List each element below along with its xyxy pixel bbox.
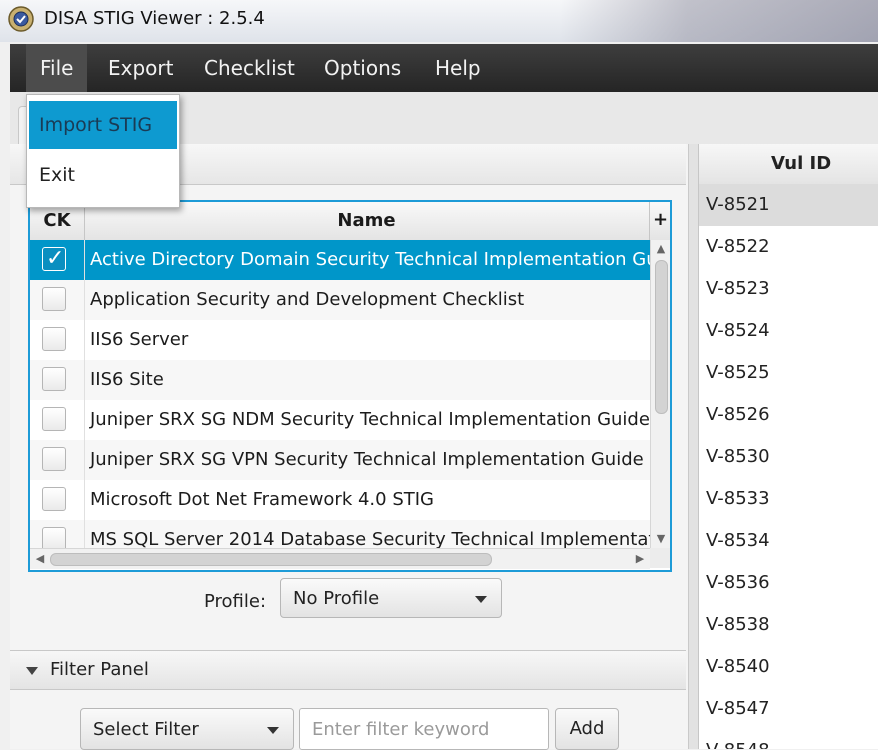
menu-help[interactable]: Help [421,44,495,92]
menu-export[interactable]: Export [94,44,187,92]
scroll-thumb[interactable] [50,553,492,566]
table-row[interactable]: IIS6 Site [30,360,650,401]
stig-name: Application Security and Development Che… [90,289,525,310]
vul-row[interactable]: V-8536 [699,562,878,605]
vul-row[interactable]: V-8523 [699,268,878,311]
row-checkbox[interactable] [42,407,66,431]
vul-row[interactable]: V-8547 [699,688,878,731]
row-checkbox[interactable] [42,287,66,311]
panel-splitter[interactable] [689,144,699,749]
vul-table-header: Vul ID [699,144,878,185]
menu-bar: File Export Checklist Options Help [10,44,878,92]
filter-panel-title: Filter Panel [50,659,149,680]
stig-name: IIS6 Server [90,329,189,350]
vul-table: Vul ID V-8521 V-8522 V-8523 V-8524 V-852… [699,144,878,749]
table-row[interactable]: Juniper SRX SG NDM Security Technical Im… [30,400,650,441]
row-checkbox[interactable] [42,487,66,511]
menu-file[interactable]: File [26,44,88,92]
vul-id: V-8533 [706,488,770,509]
vul-row[interactable]: V-8540 [699,646,878,689]
vul-id: V-8534 [706,530,770,551]
chevron-down-icon [267,727,279,734]
vul-row[interactable]: V-8524 [699,310,878,353]
table-row[interactable]: Juniper SRX SG VPN Security Technical Im… [30,440,650,481]
profile-label: Profile: [204,591,267,612]
vul-row[interactable]: V-8538 [699,604,878,647]
stig-explorer-panel: CK Name + ✓ Active Directory Domain Secu… [10,144,689,750]
menu-item-exit[interactable]: Exit [29,151,177,199]
vul-id: V-8540 [706,656,770,677]
row-checkbox[interactable]: ✓ [42,246,66,271]
scroll-down-icon[interactable]: ▼ [654,532,668,546]
vul-id: V-8536 [706,572,770,593]
table-row[interactable]: Application Security and Development Che… [30,280,650,321]
chevron-down-icon [475,596,487,603]
profile-value: No Profile [293,588,380,609]
title-bar: DISA STIG Viewer : 2.5.4 [0,0,878,42]
title-bar-blurred-area [560,0,878,42]
row-checkbox[interactable] [42,367,66,391]
checkmark-icon: ✓ [46,246,65,271]
horizontal-scrollbar[interactable]: ◀ ▶ [30,548,650,569]
filter-select-value: Select Filter [93,719,199,740]
scroll-thumb[interactable] [655,260,668,414]
vul-id: V-8530 [706,446,770,467]
vul-row[interactable]: V-8521 [699,184,878,227]
stig-table: CK Name + ✓ Active Directory Domain Secu… [28,200,672,572]
vul-row[interactable]: V-8530 [699,436,878,479]
vul-row[interactable]: V-8526 [699,394,878,437]
table-row[interactable]: IIS6 Server [30,320,650,361]
filter-keyword-input[interactable] [299,708,549,750]
scroll-left-icon[interactable]: ◀ [33,552,47,566]
stig-name: Microsoft Dot Net Framework 4.0 STIG [90,489,434,510]
vul-id: V-8523 [706,278,770,299]
stig-name: IIS6 Site [90,369,164,390]
add-filter-button[interactable]: Add [555,708,619,750]
column-menu-button[interactable]: + [649,202,670,240]
vul-id: V-8524 [706,320,770,341]
vul-row[interactable]: V-8522 [699,226,878,269]
row-checkbox[interactable] [42,447,66,471]
vertical-scrollbar[interactable]: ▲ ▼ [650,240,670,548]
stig-name: Active Directory Domain Security Technic… [90,249,672,270]
vul-row[interactable]: V-8533 [699,478,878,521]
column-header-vul-id[interactable]: Vul ID [771,153,831,174]
menu-checklist[interactable]: Checklist [190,44,309,92]
app-shield-icon [8,6,34,32]
profile-select[interactable]: No Profile [280,578,502,618]
vul-id: V-8547 [706,698,770,719]
vul-row[interactable]: V-8525 [699,352,878,395]
vul-id: V-8548 [706,740,770,749]
menu-item-import-stig[interactable]: Import STIG [29,101,177,149]
row-checkbox[interactable] [42,327,66,351]
vul-id: V-8526 [706,404,770,425]
scroll-right-icon[interactable]: ▶ [633,552,647,566]
file-menu-dropdown: Import STIG Exit [26,94,180,208]
vul-id: V-8538 [706,614,770,635]
vul-row[interactable]: V-8534 [699,520,878,563]
vul-id: V-8522 [706,236,770,257]
menu-options[interactable]: Options [310,44,415,92]
collapse-triangle-icon [26,667,38,675]
scroll-up-icon[interactable]: ▲ [654,242,668,256]
filter-select[interactable]: Select Filter [80,708,294,750]
window-title: DISA STIG Viewer : 2.5.4 [44,8,265,29]
filter-panel-header[interactable]: Filter Panel [10,650,686,690]
vul-id: V-8521 [706,194,770,215]
table-row[interactable]: ✓ Active Directory Domain Security Techn… [30,240,670,281]
vul-id: V-8525 [706,362,770,383]
stig-name: Juniper SRX SG VPN Security Technical Im… [90,449,644,470]
table-row[interactable]: Microsoft Dot Net Framework 4.0 STIG [30,480,650,521]
vul-row[interactable]: V-8548 [699,730,878,749]
stig-name: Juniper SRX SG NDM Security Technical Im… [90,409,650,430]
